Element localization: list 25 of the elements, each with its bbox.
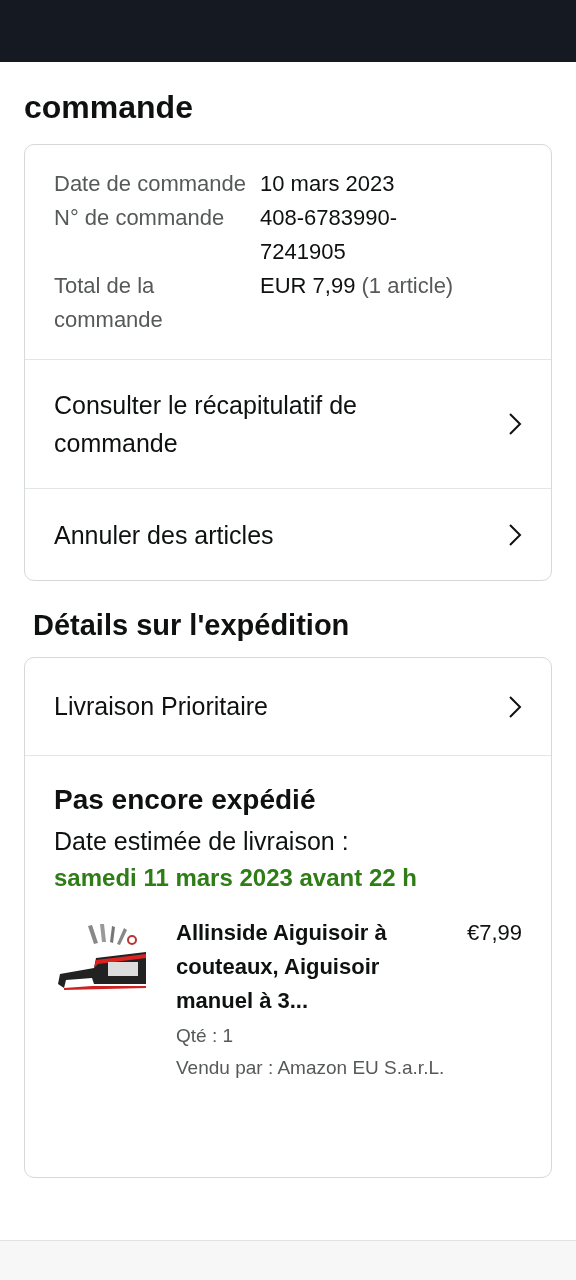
- product-quantity: Qté : 1: [176, 1024, 235, 1048]
- product-seller: Vendu par : Amazon EU S.a.r.L.: [176, 1056, 446, 1080]
- chevron-right-icon: [508, 412, 522, 436]
- estimate-date: samedi 11 mars 2023 avant 22 h: [54, 863, 418, 893]
- shipping-method-row[interactable]: Livraison Prioritaire: [25, 658, 551, 756]
- chevron-right-icon: [508, 522, 522, 547]
- estimate-label: Date estimée de livraison :: [54, 826, 350, 857]
- section-heading: Détails sur l'expédition: [32, 608, 351, 643]
- field-value: 408-6783990-7241905: [260, 205, 397, 264]
- shipment-status: Pas encore expédié: [54, 783, 317, 817]
- field-value: 10 mars 2023: [260, 171, 395, 196]
- product-title[interactable]: Allinside Aiguisoir à couteaux, Aiguisoir manuel à 3...: [176, 916, 398, 1018]
- field-note: (1 article): [361, 273, 454, 298]
- nav-row[interactable]: Consulter le récapitulatif de commande: [25, 360, 551, 489]
- nav-row-label: Annuler des articles: [54, 519, 275, 551]
- nav-row-label: Consulter le récapitulatif de commande: [54, 390, 358, 459]
- shipping-method: Livraison Prioritaire: [54, 690, 268, 722]
- chevron-right-icon: [508, 694, 522, 719]
- nav-row[interactable]: Annuler des articles: [25, 489, 551, 580]
- field-label: N° de commande: [54, 204, 226, 232]
- page-title: commande: [23, 88, 194, 127]
- field-value: EUR 7,99: [260, 273, 356, 298]
- field-label: Total de la commande: [54, 272, 164, 334]
- product-price: €7,99: [466, 919, 522, 947]
- field-label: Date de commande: [54, 170, 247, 198]
